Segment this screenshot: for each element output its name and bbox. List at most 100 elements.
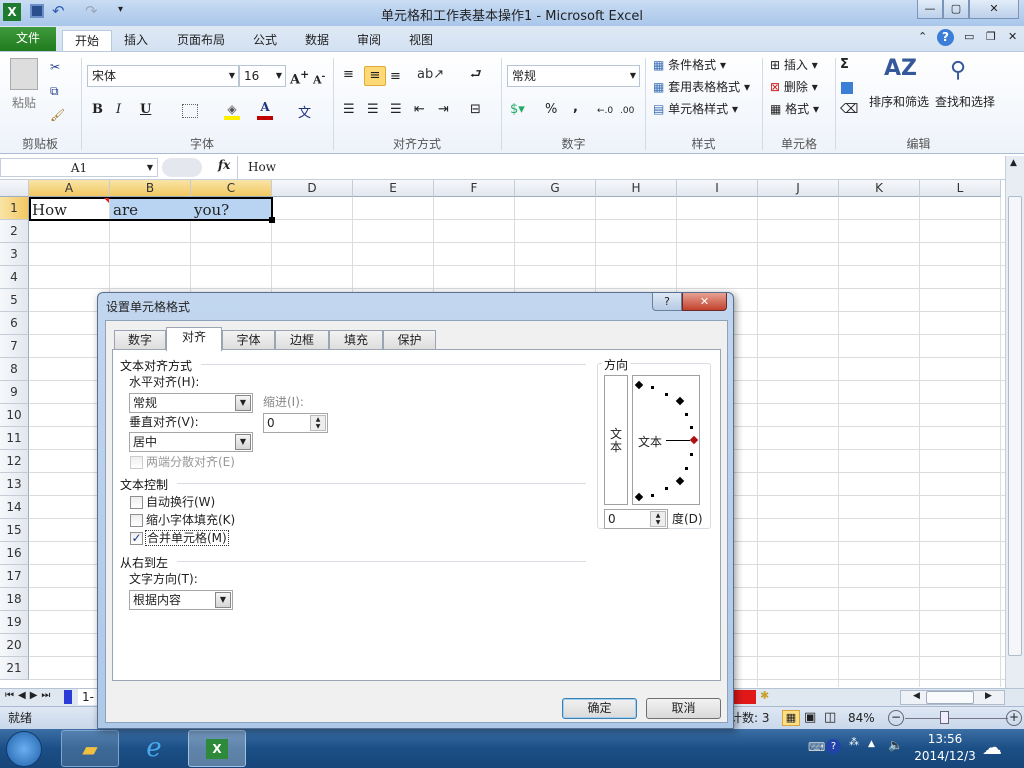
sort-filter-button[interactable]: 排序和筛选: [869, 92, 929, 112]
zoom-slider-track[interactable]: [905, 718, 1008, 719]
align-middle-icon[interactable]: ≡: [364, 66, 386, 86]
borders-icon[interactable]: [182, 104, 198, 118]
hscroll-thumb[interactable]: [926, 691, 974, 704]
percent-button[interactable]: %: [545, 101, 557, 121]
column-header-i[interactable]: I: [677, 180, 758, 197]
column-header-g[interactable]: G: [515, 180, 596, 197]
row-header-3[interactable]: 3: [0, 243, 29, 266]
insert-function-button[interactable]: fx: [218, 158, 230, 172]
decrease-decimal-icon[interactable]: .00: [620, 102, 634, 122]
degrees-spinner[interactable]: 0 ▲ ▼: [604, 509, 668, 529]
dialog-close-button[interactable]: ✕: [682, 293, 727, 311]
row-header-9[interactable]: 9: [0, 381, 29, 404]
cancel-button[interactable]: 取消: [646, 698, 721, 719]
page-break-view-icon[interactable]: ◫: [824, 707, 836, 729]
wrap-text-checkbox[interactable]: [130, 496, 143, 509]
italic-button[interactable]: I: [116, 101, 121, 121]
row-header-21[interactable]: 21: [0, 657, 29, 680]
keyboard-tray-icon[interactable]: ⌨: [808, 740, 825, 754]
workbook-restore-icon[interactable]: ❐: [986, 30, 996, 43]
row-header-1[interactable]: 1: [0, 197, 29, 220]
row-header-5[interactable]: 5: [0, 289, 29, 312]
row-header-16[interactable]: 16: [0, 542, 29, 565]
tab-alignment[interactable]: 对齐: [166, 327, 222, 351]
row-header-14[interactable]: 14: [0, 496, 29, 519]
tab-file[interactable]: 文件: [0, 27, 56, 51]
align-right-icon[interactable]: ☰: [390, 101, 402, 121]
column-header-l[interactable]: L: [920, 180, 1001, 197]
autosum-button[interactable]: Σ: [840, 56, 849, 76]
format-cells-button[interactable]: ▦ 格式 ▾: [770, 99, 819, 119]
wrap-text-icon[interactable]: ⮐: [470, 66, 482, 86]
merge-cells-checkbox[interactable]: ✓: [130, 532, 143, 545]
tab-protection[interactable]: 保护: [383, 330, 436, 350]
tab-home[interactable]: 开始: [62, 30, 113, 51]
name-box[interactable]: A1 ▼: [0, 158, 158, 177]
align-center-icon[interactable]: ☰: [367, 101, 379, 121]
column-header-d[interactable]: D: [272, 180, 353, 197]
grow-font-icon[interactable]: A+: [290, 66, 309, 87]
format-painter-icon[interactable]: 🖌: [50, 108, 65, 122]
conditional-format-button[interactable]: ▦ 条件格式 ▾: [653, 55, 726, 75]
insert-cells-button[interactable]: ⊞ 插入 ▾: [770, 55, 818, 75]
ok-button[interactable]: 确定: [562, 698, 637, 719]
increase-indent-icon[interactable]: ⇥: [438, 101, 449, 121]
fill-handle[interactable]: [269, 217, 275, 223]
help-tray-icon[interactable]: ?: [826, 739, 841, 754]
increase-decimal-icon[interactable]: ←.0: [597, 102, 613, 122]
tab-insert[interactable]: 插入: [112, 30, 160, 51]
fill-color-icon[interactable]: ◈: [224, 102, 240, 120]
align-bottom-icon[interactable]: ≡: [390, 68, 401, 88]
bold-button[interactable]: B: [92, 101, 103, 121]
font-name-combo[interactable]: 宋体 ▼: [87, 65, 239, 87]
cut-icon[interactable]: ✂: [50, 60, 60, 74]
format-as-table-button[interactable]: ▦ 套用表格格式 ▾: [653, 77, 750, 97]
column-header-k[interactable]: K: [839, 180, 920, 197]
clock-time[interactable]: 13:56: [910, 732, 980, 746]
cell-styles-button[interactable]: ▤ 单元格样式 ▾: [653, 99, 738, 119]
shrink-to-fit-checkbox[interactable]: [130, 514, 143, 527]
scroll-thumb[interactable]: [1008, 196, 1022, 656]
tab-number[interactable]: 数字: [114, 330, 166, 350]
column-header-e[interactable]: E: [353, 180, 434, 197]
align-top-icon[interactable]: ≡: [343, 66, 354, 86]
clear-icon[interactable]: ⌫: [840, 101, 858, 121]
column-header-j[interactable]: J: [758, 180, 839, 197]
indent-spinner[interactable]: 0 ▲ ▼: [263, 413, 328, 433]
find-binoculars-icon[interactable]: ⚲: [950, 58, 966, 83]
zoom-slider-thumb[interactable]: [940, 711, 949, 724]
vertical-scrollbar[interactable]: ▲: [1005, 156, 1024, 688]
dial-handle[interactable]: [689, 435, 699, 445]
align-left-icon[interactable]: ☰: [343, 101, 355, 121]
row-header-7[interactable]: 7: [0, 335, 29, 358]
orientation-dial[interactable]: 文本: [632, 375, 700, 505]
row-header-10[interactable]: 10: [0, 404, 29, 427]
select-all-button[interactable]: [0, 180, 29, 197]
row-header-20[interactable]: 20: [0, 634, 29, 657]
tab-fill[interactable]: 填充: [329, 330, 383, 350]
font-size-combo[interactable]: 16 ▼: [239, 65, 286, 87]
insert-worksheet-icon[interactable]: ✱: [760, 689, 769, 702]
column-header-h[interactable]: H: [596, 180, 677, 197]
row-header-15[interactable]: 15: [0, 519, 29, 542]
maximize-button[interactable]: ▢: [943, 0, 969, 19]
paste-icon[interactable]: [10, 58, 38, 90]
tab-page-layout[interactable]: 页面布局: [165, 30, 237, 51]
explorer-taskbar-icon[interactable]: ▰: [61, 730, 119, 767]
scroll-up-icon[interactable]: ▲: [1010, 158, 1017, 168]
network-tray-icon[interactable]: ⁂: [849, 737, 859, 748]
fill-icon[interactable]: [841, 82, 853, 94]
close-button[interactable]: ✕: [969, 0, 1019, 19]
ie-taskbar-icon[interactable]: e: [130, 730, 178, 767]
column-header-c[interactable]: C: [191, 180, 272, 197]
find-select-button[interactable]: 查找和选择: [935, 92, 995, 112]
tab-view[interactable]: 视图: [397, 30, 445, 51]
row-header-17[interactable]: 17: [0, 565, 29, 588]
dialog-help-button[interactable]: ?: [652, 293, 682, 311]
sheet-tab-red[interactable]: [734, 690, 756, 704]
zoom-level[interactable]: 84%: [848, 707, 875, 729]
row-header-2[interactable]: 2: [0, 220, 29, 243]
weather-icon[interactable]: ☁: [982, 735, 1002, 759]
comma-button[interactable]: ,: [573, 99, 578, 119]
phonetic-icon[interactable]: 文: [298, 102, 311, 121]
